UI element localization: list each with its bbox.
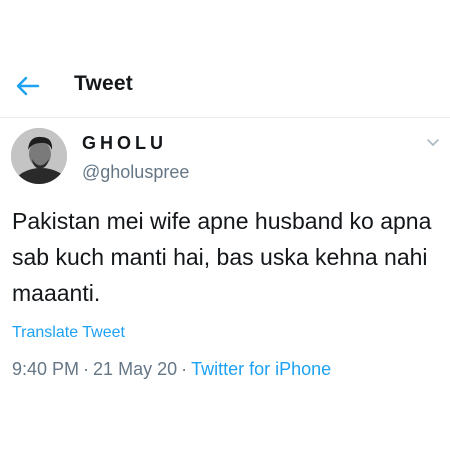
tweet-meta: 9:40 PM · 21 May 20 · Twitter for iPhone [12, 359, 331, 380]
chevron-down-icon [427, 139, 439, 146]
meta-separator: · [83, 359, 90, 379]
tweet-source-link[interactable]: Twitter for iPhone [191, 359, 331, 379]
author-handle[interactable]: @gholuspree [82, 162, 189, 183]
author-display-name[interactable]: GHOLU [82, 133, 167, 154]
tweet-menu-button[interactable] [424, 136, 442, 150]
tweet-time: 9:40 PM [12, 359, 80, 379]
avatar[interactable] [11, 128, 67, 184]
app-header: Tweet [0, 0, 450, 118]
translate-tweet-link[interactable]: Translate Tweet [12, 324, 125, 342]
page-title: Tweet [74, 72, 133, 95]
tweet-date: 21 May 20 [93, 359, 178, 379]
profile-photo [11, 128, 67, 184]
meta-separator: · [181, 359, 188, 379]
back-button[interactable] [14, 74, 42, 98]
arrow-left-icon [16, 76, 40, 96]
tweet-text: Pakistan mei wife apne husband ko apna s… [12, 208, 432, 306]
